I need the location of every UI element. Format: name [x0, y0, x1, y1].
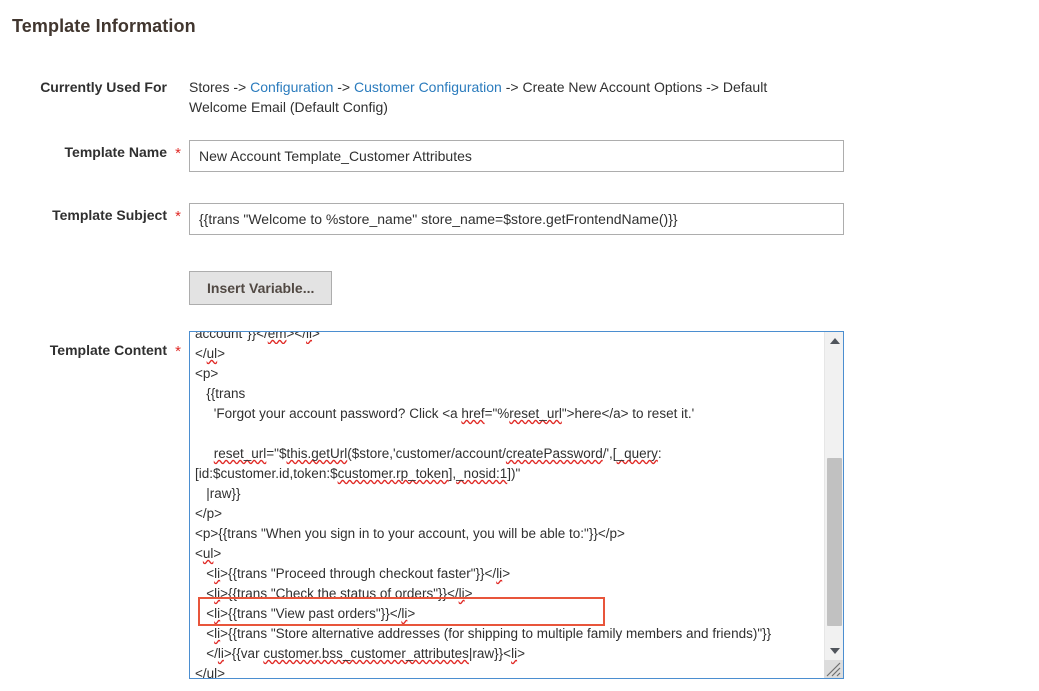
scrollbar-thumb[interactable] [827, 458, 842, 626]
code-line: </li>{{var customer.bss_customer_attribu… [195, 646, 525, 661]
breadcrumb-link-configuration[interactable]: Configuration [250, 79, 333, 95]
breadcrumb-link-customer-configuration[interactable]: Customer Configuration [354, 79, 502, 95]
code-line: <li>{{trans "Store alternative addresses… [195, 626, 772, 641]
code-line: reset_url="$this.getUrl($store,'customer… [213, 446, 662, 461]
template-name-control [189, 140, 1012, 172]
triangle-down-icon [829, 648, 840, 654]
code-line: [id:$customer.id,token:$customer.rp_toke… [195, 466, 521, 481]
triangle-up-icon [829, 338, 840, 344]
textarea-scrollbar[interactable] [824, 332, 843, 678]
code-line: </ul> [195, 346, 226, 361]
page-title: Template Information [12, 16, 196, 36]
form-row-template-subject: Template Subject * [12, 203, 1012, 235]
insert-variable-control: Insert Variable... [189, 271, 1012, 305]
code-line: |raw}} [195, 486, 241, 501]
form-row-template-content: Template Content * account"}}</em></li> <… [12, 331, 1012, 679]
insert-variable-label-spacer [12, 271, 167, 274]
template-name-required-asterisk: * [175, 145, 181, 162]
form-row-template-name: Template Name * [12, 140, 1012, 172]
template-content-required-asterisk: * [175, 343, 181, 360]
code-line: <li>{{trans "Proceed through checkout fa… [195, 566, 511, 581]
code-line: 'Forgot your account password? Click <a … [195, 406, 695, 421]
code-line: <p> [195, 366, 219, 381]
template-content-code[interactable]: account"}}</em></li> </ul> <p> {{trans 'Fo… [190, 332, 824, 678]
code-line: <ul> [195, 546, 222, 561]
scrollbar-up-arrow[interactable] [825, 332, 843, 350]
template-content-label: Template Content [49, 342, 167, 358]
template-subject-required-asterisk: * [175, 208, 181, 225]
breadcrumb-prefix: Stores -> [189, 79, 251, 95]
template-subject-control [189, 203, 1012, 235]
template-subject-label: Template Subject [52, 207, 167, 223]
code-line: </p> [195, 506, 223, 521]
form-row-insert-variable: Insert Variable... [12, 271, 1012, 305]
code-line: <li>{{trans "Check the status of orders"… [195, 586, 473, 601]
currently-used-for-control: Stores -> Configuration -> Customer Conf… [189, 75, 1012, 117]
template-content-textarea[interactable]: account"}}</em></li> </ul> <p> {{trans 'Fo… [189, 331, 844, 679]
code-line: <li>{{trans "View past orders"}}</li> [195, 606, 416, 621]
currently-used-for-label: Currently Used For [40, 79, 167, 95]
template-name-label: Template Name [64, 144, 167, 160]
breadcrumb-separator: -> [333, 79, 354, 95]
code-line: account"}}</em></li> [195, 332, 320, 341]
code-line: {{trans [195, 386, 246, 401]
scrollbar-down-arrow[interactable] [825, 642, 843, 660]
template-content-control: account"}}</em></li> </ul> <p> {{trans 'Fo… [189, 331, 1012, 679]
breadcrumb: Stores -> Configuration -> Customer Conf… [189, 75, 809, 117]
template-subject-input[interactable] [189, 203, 844, 235]
resize-grip-icon[interactable] [824, 660, 843, 678]
code-line: </ul> [195, 666, 226, 678]
template-name-input[interactable] [189, 140, 844, 172]
code-line: <p>{{trans "When you sign in to your acc… [195, 526, 625, 541]
insert-variable-button[interactable]: Insert Variable... [189, 271, 333, 305]
form-row-currently-used-for: Currently Used For Stores -> Configurati… [12, 75, 1012, 117]
